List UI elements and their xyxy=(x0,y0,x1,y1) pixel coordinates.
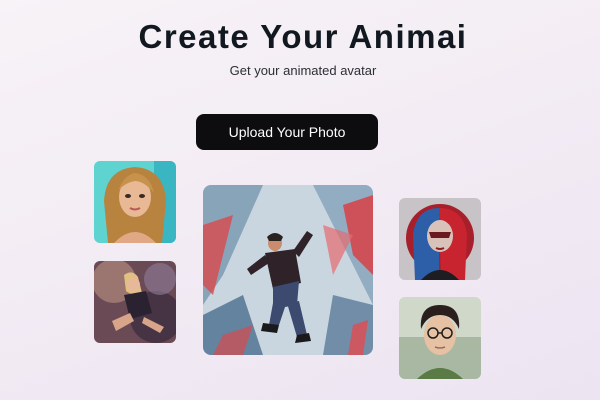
upload-photo-button[interactable]: Upload Your Photo xyxy=(196,114,378,150)
man-with-glasses-image xyxy=(399,297,481,379)
page-subtitle: Get your animated avatar xyxy=(229,63,377,78)
dancing-woman-smoke-image xyxy=(94,261,176,343)
dancing-man-abstract-image xyxy=(203,185,373,355)
page-title: Create Your Animai xyxy=(138,18,468,55)
portrait-blonde-woman-image xyxy=(94,161,176,243)
red-blue-hair-woman-image xyxy=(399,198,481,280)
